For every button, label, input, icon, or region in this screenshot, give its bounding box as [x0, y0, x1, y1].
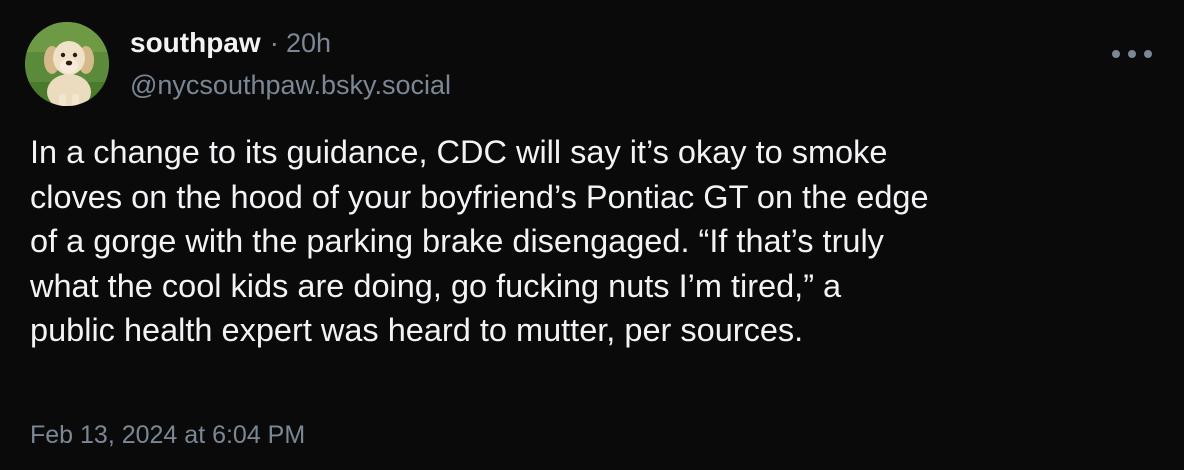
- puppy-avatar-image: [25, 22, 109, 106]
- post-timestamp: Feb 13, 2024 at 6:04 PM: [30, 421, 306, 449]
- post-text-line: public health expert was heard to mutter…: [30, 312, 804, 348]
- post-text-line: of a gorge with the parking brake diseng…: [30, 223, 884, 259]
- separator-dot: ·: [269, 27, 279, 58]
- relative-time[interactable]: 20h: [286, 28, 331, 58]
- more-options-button[interactable]: [1112, 42, 1152, 66]
- post-text-line: what the cool kids are doing, go fucking…: [30, 267, 842, 304]
- post-text-line: In a change to its guidance, CDC will sa…: [30, 134, 888, 170]
- ellipsis-icon: [1112, 50, 1152, 58]
- post-text-line: cloves on the hood of your boyfriend’s P…: [30, 178, 929, 215]
- post-card: southpaw · 20h @nycsouthpaw.bsky.social In…: [0, 0, 1184, 470]
- author-handle[interactable]: @nycsouthpaw.bsky.social: [130, 70, 451, 101]
- post-text: In a change to its guidance, CDC will sa…: [30, 130, 1155, 353]
- author-avatar[interactable]: [25, 22, 109, 106]
- author-display-name[interactable]: southpaw: [130, 27, 261, 58]
- author-line: southpaw · 20h: [130, 27, 331, 59]
